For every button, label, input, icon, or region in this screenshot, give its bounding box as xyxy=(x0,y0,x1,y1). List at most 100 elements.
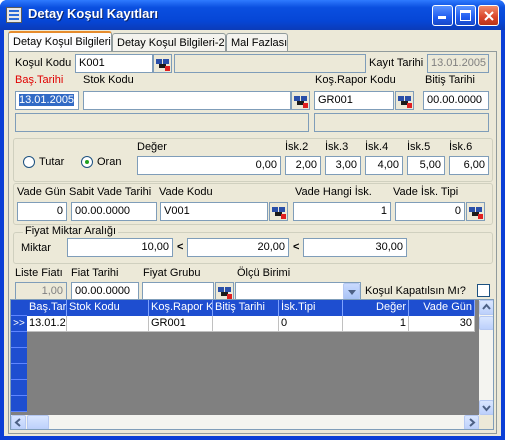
grid-row-header xyxy=(11,332,27,348)
isk4-label: İsk.4 xyxy=(365,141,389,153)
vade-gun-input[interactable]: 0 xyxy=(17,202,67,221)
grid-header-bas-tarih[interactable]: Baş.Tarih xyxy=(27,300,67,316)
scroll-right-button[interactable] xyxy=(464,415,479,429)
kosul-kapatilsin-label: Koşul Kapatılsın Mı? xyxy=(365,285,466,297)
grid-cell[interactable]: 0 xyxy=(279,316,343,332)
stok-kodu-label: Stok Kodu xyxy=(83,74,134,86)
isk2-label: İsk.2 xyxy=(285,141,309,153)
grid-row-indicator[interactable]: >> xyxy=(11,316,27,332)
vade-isk-tipi-label: Vade İsk. Tipi xyxy=(393,186,459,198)
bitis-tarihi-input[interactable]: 00.00.0000 xyxy=(423,91,489,110)
stok-kodu-lookup-button[interactable] xyxy=(291,91,310,110)
tutar-label: Tutar xyxy=(39,156,65,168)
lookup-icon xyxy=(272,207,286,219)
kos-rapor-kodu-lookup-button[interactable] xyxy=(395,91,414,110)
fiat-tarihi-label: Fiat Tarihi xyxy=(71,267,119,279)
grid-corner xyxy=(11,300,27,316)
kos-rapor-kodu-input[interactable]: GR001 xyxy=(314,91,394,110)
tab-detay-kosul-bilgileri[interactable]: Detay Koşul Bilgileri xyxy=(8,31,112,53)
miktar-2-input[interactable]: 20,00 xyxy=(187,238,289,257)
vade-kodu-lookup-button[interactable] xyxy=(269,202,288,221)
isk3-input[interactable]: 3,00 xyxy=(325,156,361,175)
grid-header-kos-rapor-kodu[interactable]: Koş.Rapor K xyxy=(149,300,213,316)
grid-header-stok-kodu[interactable]: Stok Kodu xyxy=(67,300,149,316)
sabit-vade-tarihi-input[interactable]: 00.00.0000 xyxy=(71,202,157,221)
minimize-icon xyxy=(438,16,446,19)
grid-cell[interactable] xyxy=(67,316,149,332)
tab-mal-fazlasi[interactable]: Mal Fazlası xyxy=(226,33,288,53)
lookup-icon xyxy=(294,96,308,108)
stok-kodu-input[interactable] xyxy=(83,91,291,110)
grid-cell[interactable]: 13.01.20 xyxy=(27,316,67,332)
grid-cell[interactable] xyxy=(213,316,279,332)
vade-isk-tipi-lookup-button[interactable] xyxy=(466,202,485,221)
scroll-left-button[interactable] xyxy=(11,415,26,429)
bas-tarihi-input[interactable]: 13.01.2005 xyxy=(15,91,79,110)
lookup-icon xyxy=(398,96,412,108)
grid-row-header xyxy=(11,380,27,396)
title-bar[interactable]: Detay Koşul Kayıtları xyxy=(0,0,505,30)
window-app-icon xyxy=(6,7,22,23)
detail-grid[interactable]: Baş.Tarih Stok Kodu Koş.Rapor K Bitiş Ta… xyxy=(10,299,494,430)
scroll-thumb[interactable] xyxy=(479,316,493,330)
less-than-2: < xyxy=(293,241,300,253)
deger-input[interactable]: 0,00 xyxy=(137,156,281,175)
grid-cell[interactable]: GR001 xyxy=(149,316,213,332)
oran-radio[interactable] xyxy=(81,156,93,168)
scroll-down-icon xyxy=(482,405,491,412)
tutar-radio[interactable] xyxy=(23,156,35,168)
miktar-1-input[interactable]: 10,00 xyxy=(67,238,173,257)
grid-horizontal-scrollbar[interactable] xyxy=(11,415,479,429)
olcu-birimi-dropdown-button[interactable] xyxy=(343,283,360,300)
isk3-label: İsk.3 xyxy=(325,141,349,153)
grid-header-bitis-tarihi[interactable]: Bitiş Tarihi xyxy=(213,300,279,316)
bitis-tarihi-label: Bitiş Tarihi xyxy=(425,74,475,86)
isk4-input[interactable]: 4,00 xyxy=(365,156,403,175)
kayit-tarihi-label: Kayıt Tarihi xyxy=(369,57,424,69)
sabit-vade-tarihi-label: Sabit Vade Tarihi xyxy=(69,186,152,198)
close-button[interactable] xyxy=(478,5,499,26)
kosul-description-field xyxy=(174,54,366,73)
grid-cell[interactable]: 1 xyxy=(343,316,409,332)
grid-cell[interactable]: 30 xyxy=(409,316,475,332)
vade-hangi-isk-input[interactable]: 1 xyxy=(293,202,391,221)
miktar-label: Miktar xyxy=(21,242,51,254)
grid-header-vade-gun[interactable]: Vade Gün xyxy=(409,300,475,316)
maximize-icon xyxy=(460,10,471,21)
fiyat-miktar-group-title: Fiyat Miktar Aralığı xyxy=(23,225,119,237)
kosul-kodu-lookup-button[interactable] xyxy=(153,54,172,73)
minimize-button[interactable] xyxy=(432,5,453,26)
maximize-button[interactable] xyxy=(455,5,476,26)
grid-vertical-scrollbar[interactable] xyxy=(479,300,493,415)
scroll-up-button[interactable] xyxy=(479,300,493,315)
olcu-birimi-label: Ölçü Birimi xyxy=(237,267,291,279)
tab-label: Mal Fazlası xyxy=(231,37,288,49)
vade-isk-tipi-input[interactable]: 0 xyxy=(395,202,465,221)
scroll-corner xyxy=(479,415,493,429)
fiyat-grubu-label: Fiyat Grubu xyxy=(143,267,201,279)
isk5-label: İsk.5 xyxy=(407,141,431,153)
bas-tarihi-label: Baş.Tarihi xyxy=(15,74,64,86)
miktar-3-input[interactable]: 30,00 xyxy=(303,238,407,257)
grid-row-header xyxy=(11,396,27,412)
kayit-tarihi-field: 13.01.2005 xyxy=(427,54,489,73)
grid-header-deger[interactable]: Değer xyxy=(343,300,409,316)
vade-kodu-input[interactable]: V001 xyxy=(160,202,268,221)
scroll-right-icon xyxy=(469,418,476,427)
isk6-input[interactable]: 6,00 xyxy=(449,156,489,175)
kosul-kodu-label: Koşul Kodu xyxy=(15,57,72,69)
scroll-left-icon xyxy=(14,418,21,427)
isk5-input[interactable]: 5,00 xyxy=(407,156,445,175)
scroll-up-icon xyxy=(482,303,491,310)
grid-row-header xyxy=(11,348,27,364)
scroll-h-thumb[interactable] xyxy=(27,415,49,429)
vade-kodu-label: Vade Kodu xyxy=(159,186,213,198)
vade-hangi-isk-label: Vade Hangi İsk. xyxy=(295,186,372,198)
grid-header-isk-tipi[interactable]: İsk.Tipi xyxy=(279,300,343,316)
kosul-kapatilsin-checkbox[interactable] xyxy=(477,284,490,297)
isk2-input[interactable]: 2,00 xyxy=(285,156,321,175)
tab-detay-kosul-bilgileri-2[interactable]: Detay Koşul Bilgileri-2 xyxy=(112,33,226,53)
scroll-down-button[interactable] xyxy=(479,400,493,415)
isk6-label: İsk.6 xyxy=(449,141,473,153)
kosul-kodu-input[interactable]: K001 xyxy=(75,54,153,73)
